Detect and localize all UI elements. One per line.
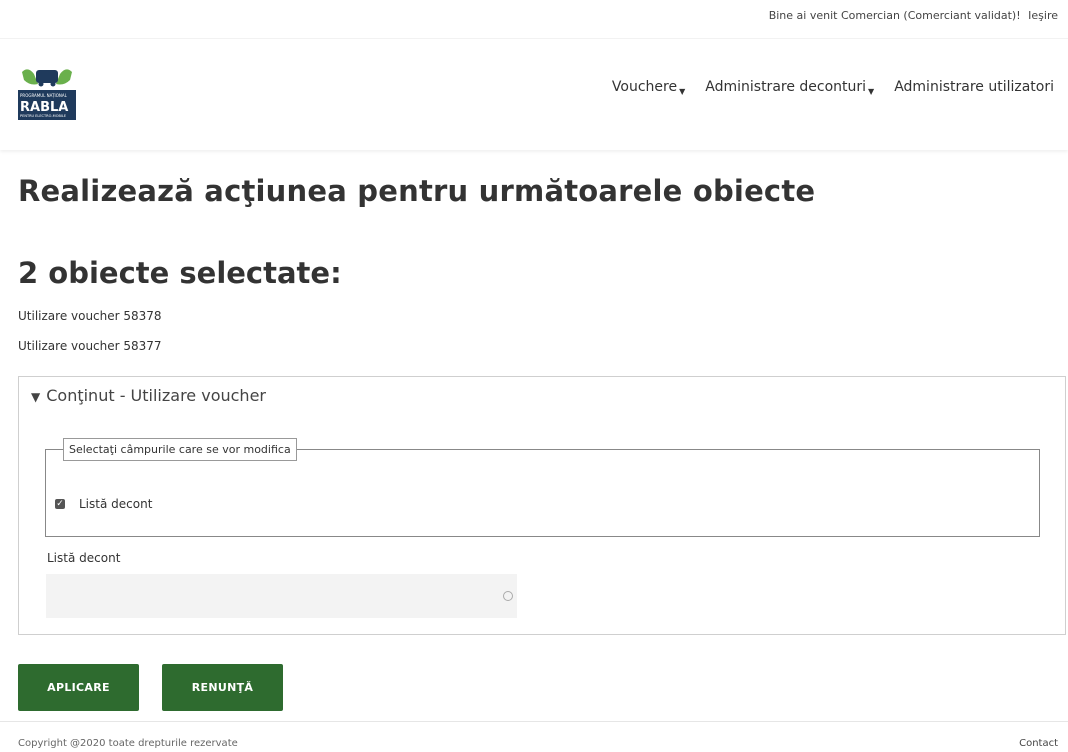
copyright-text: Copyright @2020 toate drepturile rezerva…: [18, 738, 238, 749]
chevron-down-icon: ▼: [868, 87, 875, 96]
chevron-down-icon: ▼: [679, 87, 686, 96]
lista-decont-select[interactable]: [46, 574, 517, 618]
nav-utilizatori-label: Administrare utilizatori: [894, 79, 1054, 95]
checkbox-row: ✓ Listă decont: [55, 497, 152, 511]
triangle-down-icon: ▼: [31, 390, 41, 404]
panel-toggle[interactable]: ▼ Conţinut - Utilizare voucher: [31, 386, 266, 405]
nav-vouchere[interactable]: Vouchere ▼: [611, 79, 686, 96]
cancel-button[interactable]: RENUNŢĂ: [162, 664, 283, 711]
lista-decont-checkbox[interactable]: ✓: [55, 499, 65, 509]
logo-line2: PENTRU ELECTRO-MOBILE: [20, 114, 66, 118]
nav-administrare-utilizatori[interactable]: Administrare utilizatori: [894, 79, 1054, 95]
footer-divider: [0, 721, 1068, 722]
top-bar: Bine ai venit Comercian (Comerciant vali…: [0, 0, 1068, 39]
logo-line1: PROGRAMUL NAȚIONAL: [20, 93, 68, 98]
selected-object-item: Utilizare voucher 58378: [18, 309, 162, 323]
lista-decont-field-label: Listă decont: [47, 551, 121, 565]
nav-deconturi-label: Administrare deconturi: [705, 79, 867, 95]
apply-button[interactable]: APLICARE: [18, 664, 139, 711]
welcome-text: Bine ai venit Comercian (Comerciant vali…: [768, 9, 1021, 22]
content-panel: ▼ Conţinut - Utilizare voucher Selectaţi …: [18, 376, 1066, 635]
nav-vouchere-label: Vouchere: [611, 79, 678, 95]
rabla-logo[interactable]: PROGRAMUL NAȚIONAL RABLA PENTRU ELECTRO-…: [18, 64, 76, 120]
contact-link[interactable]: Contact: [1019, 738, 1058, 749]
panel-summary-label: Conţinut - Utilizare voucher: [46, 386, 266, 405]
loading-circle-icon: [503, 591, 513, 601]
page-title: Realizează acţiunea pentru următoarele o…: [18, 174, 816, 208]
fieldset-legend: Selectaţi câmpurile care se vor modifica: [63, 438, 297, 461]
nav-administrare-deconturi[interactable]: Administrare deconturi ▼: [705, 79, 875, 96]
welcome-area: Bine ai venit Comercian (Comerciant vali…: [769, 9, 1058, 22]
checkbox-label: Listă decont: [79, 497, 153, 511]
selected-object-item: Utilizare voucher 58377: [18, 339, 162, 353]
selected-count-title: 2 obiecte selectate:: [18, 256, 342, 290]
logo-brand: RABLA: [20, 100, 68, 115]
main-nav: Vouchere ▼ Administrare deconturi ▼ Admini…: [592, 79, 1054, 96]
fields-fieldset: [45, 449, 1040, 537]
site-header: PROGRAMUL NAȚIONAL RABLA PENTRU ELECTRO-…: [0, 39, 1068, 150]
logout-link[interactable]: Ieşire: [1028, 9, 1058, 22]
